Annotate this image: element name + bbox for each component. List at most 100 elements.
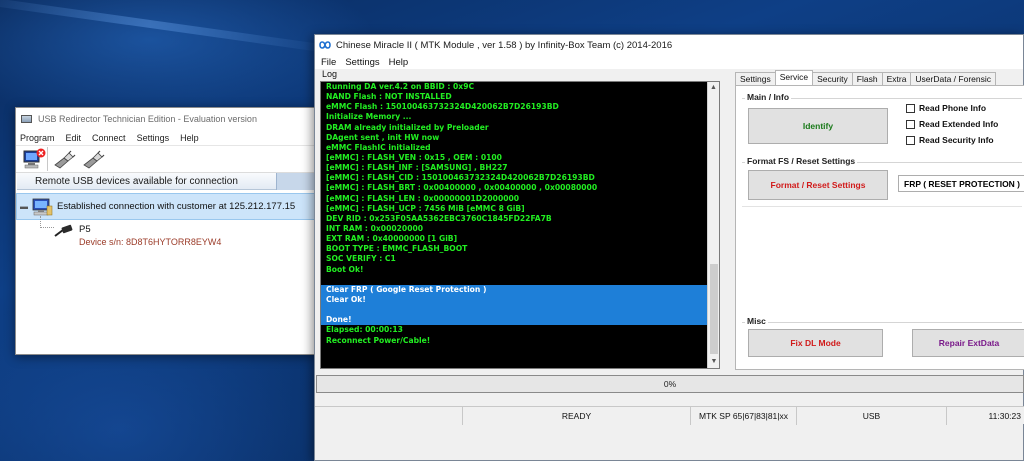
group-format-title: Format FS / Reset Settings [745,156,858,166]
log-line: eMMC Flash : 150100463732324D420062B7D26… [326,102,559,112]
cm-tabs: Settings Service Security Flash Extra Us… [735,70,997,85]
format-reset-button[interactable]: Format / Reset Settings [748,170,888,200]
remote-devices-header-label: Remote USB devices available for connect… [35,175,238,187]
format-divider [742,206,1022,207]
progress-text: 0% [663,379,677,389]
status-state: READY [463,407,691,425]
menu-settings[interactable]: Settings [345,57,379,68]
computer-icon [32,198,53,215]
infinity-app-icon [319,41,331,49]
log-line: [eMMC] : FLASH_VEN : 0x15 , OEM : 0100 [326,152,502,162]
menu-program[interactable]: Program [20,133,55,143]
menu-help[interactable]: Help [389,57,409,68]
log-line [321,305,719,316]
menu-edit[interactable]: Edit [66,133,82,143]
log-line: Reconnect Power/Cable! [326,335,431,345]
device-name: P5 [79,224,91,235]
tree-connector [40,216,54,228]
menu-file[interactable]: File [321,57,336,68]
menu-settings[interactable]: Settings [137,133,170,143]
usb-toolbar [16,145,316,173]
device-serial: Device s/n: 8D8T6HYTORR8EYW4 [79,237,222,247]
log-line: Clear Ok! [321,294,719,306]
menu-connect[interactable]: Connect [92,133,126,143]
format-mode-select[interactable]: FRP ( RESET PROTECTION ) [898,175,1024,192]
progress-bar: 0% [316,375,1024,393]
repair-extdata-button[interactable]: Repair ExtData [912,329,1024,357]
tab-service[interactable]: Service [774,70,814,85]
checkbox-box[interactable] [906,119,915,129]
checkbox-box[interactable] [906,103,915,113]
log-line: BOOT TYPE : EMMC_FLASH_BOOT [326,244,468,254]
status-time: 11:30:23 [988,411,1021,421]
log-line: SOC VERIFY : C1 [326,254,396,264]
usb-plug-icon [83,150,105,169]
log-line: Initialize Memory ... [326,112,412,122]
cm-window-titlebar[interactable]: Chinese Miracle II ( MTK Module , ver 1.… [315,35,1023,55]
usb-plug-button-2[interactable] [80,147,106,171]
log-line: Boot Ok! [326,264,364,274]
scroll-up-icon[interactable]: ▲ [708,82,719,94]
status-port: USB [797,407,947,425]
usb-cable-icon [54,224,73,237]
chinese-miracle-window: Chinese Miracle II ( MTK Module , ver 1.… [314,34,1024,461]
cm-menubar: File Settings Help [315,55,1023,69]
status-bar: READY MTK SP 65|67|83|81|xx USB 11:30:23 [315,406,1024,425]
log-scrollbar[interactable]: ▲ ▼ [707,82,719,368]
log-line: DAgent sent , init HW now [326,132,440,142]
read-security-info-label: Read Security Info [919,135,994,145]
remote-devices-panel-header: Remote USB devices available for connect… [17,172,316,190]
scroll-down-icon[interactable]: ▼ [708,356,719,368]
tab-extra[interactable]: Extra [881,72,912,85]
log-line: Running DA ver.4.2 on BBID : 0x9C [326,82,475,91]
log-line: [eMMC] : FLASH_INF : [SAMSUNG] , BH227 [326,163,508,173]
fix-dl-mode-button[interactable]: Fix DL Mode [748,329,883,357]
tab-settings[interactable]: Settings [735,72,776,85]
log-line: Done! [321,315,719,326]
log-console[interactable]: Running DA ver.4.2 on BBID : 0x9C NAND Fl… [320,81,720,369]
read-extended-info-checkbox[interactable]: Read Extended Info [906,119,998,129]
read-extended-info-label: Read Extended Info [919,119,999,129]
panel-header-scroll-cap [276,172,316,190]
device-item[interactable]: P5 Device s/n: 8D8T6HYTORR8EYW4 [54,224,316,248]
tab-security[interactable]: Security [812,72,853,85]
read-phone-info-label: Read Phone Info [919,103,987,113]
log-line: [eMMC] : FLASH_BRT : 0x00400000 , 0x0040… [326,183,598,193]
menu-help[interactable]: Help [180,133,199,143]
group-misc-title: Misc [745,316,768,326]
tab-userdata-forensic[interactable]: UserData / Forensic [910,72,997,85]
usb-plug-icon [54,150,76,169]
usb-redirector-window: USB Redirector Technician Edition - Eval… [15,107,317,355]
log-line: INT RAM : 0x00020000 [326,223,424,233]
log-line: Elapsed: 00:00:13 [326,325,403,335]
log-line: EXT RAM : 0x40000000 [1 GiB] [326,234,458,244]
status-empty-cell [315,407,463,425]
wallpaper-light-beam [0,0,339,55]
disconnect-pc-icon [23,148,45,169]
disconnect-button[interactable] [20,147,48,171]
log-line: NAND Flash : NOT INSTALLED [326,92,452,102]
usb-window-titlebar[interactable]: USB Redirector Technician Edition - Eval… [16,108,316,130]
log-lines: Running DA ver.4.2 on BBID : 0x9C NAND Fl… [321,82,719,346]
log-line: eMMC FlashIC initialized [326,142,431,152]
group-line-misc [742,322,1022,323]
scroll-thumb[interactable] [710,264,718,354]
log-label: Log [322,69,338,79]
read-phone-info-checkbox[interactable]: Read Phone Info [906,103,986,113]
log-line: DEV RID : 0x253F05AA5362EBC3760C1845FD22… [326,213,552,223]
log-line: DRAM already initialized by Preloader [326,122,489,132]
read-security-info-checkbox[interactable]: Read Security Info [906,135,994,145]
checkbox-box[interactable] [906,135,915,145]
collapse-icon[interactable]: ▬ [17,202,31,211]
identify-button[interactable]: Identify [748,108,888,144]
log-line: [eMMC] : FLASH_LEN : 0x00000001D2000000 [326,193,520,203]
usb-menubar: Program Edit Connect Settings Help [16,130,316,145]
usb-app-icon [21,115,32,123]
status-platform: MTK SP 65|67|83|81|xx [691,407,797,425]
tab-flash[interactable]: Flash [851,72,883,85]
usb-plug-button-1[interactable] [51,147,77,171]
log-line: [eMMC] : FLASH_UCP : 7456 MiB [eMMC 8 Gi… [326,203,525,213]
connection-row[interactable]: ▬ Established connection with customer a… [16,193,316,220]
connection-label: Established connection with customer at … [57,201,296,212]
